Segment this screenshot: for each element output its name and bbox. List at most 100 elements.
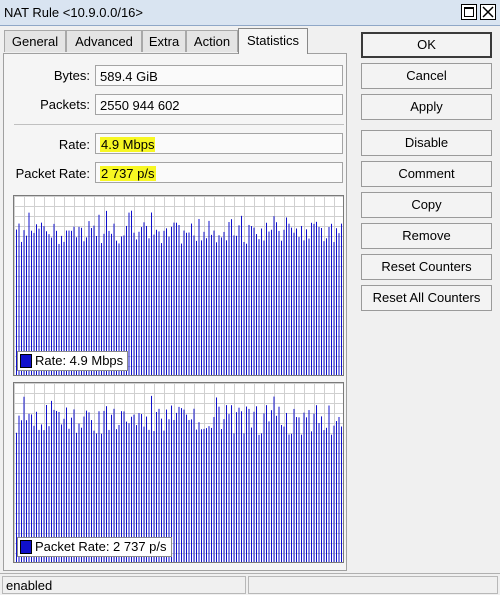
rate-graph-bar [338, 233, 340, 375]
packet-rate-graph-bar [203, 428, 205, 562]
rate-graph-bar [276, 222, 277, 375]
reset-all-counters-button[interactable]: Reset All Counters [361, 285, 492, 311]
packet-rate-graph-bar [216, 397, 217, 562]
statistics-panel: Bytes: 589.4 GiB Packets: 2550 944 602 R… [3, 53, 347, 571]
rate-graph-bar [231, 219, 232, 375]
tab-general[interactable]: General [4, 30, 66, 52]
rate-graph-bar [236, 235, 237, 375]
rate-graph-bar [268, 231, 270, 375]
packet-rate-graph-bar [298, 417, 300, 562]
rate-graph-bar [283, 229, 285, 375]
packet-rate-graph-bar [258, 434, 260, 562]
rate-graph-bar [188, 232, 190, 375]
rate-graph-bar [281, 240, 282, 375]
rate-graph-bar [203, 231, 205, 375]
rate-graph-bar [306, 229, 307, 375]
rate-graph-bar [166, 228, 167, 375]
tab-advanced[interactable]: Advanced [66, 30, 142, 52]
title-bar: NAT Rule <10.9.0.0/16> [0, 0, 500, 26]
rate-graph-bar [291, 227, 292, 375]
packet-rate-graph-bar [173, 419, 175, 562]
rate-graph-bar [293, 232, 295, 375]
packet-rate-graph-bar [236, 412, 237, 562]
rate-graph-bar [344, 239, 345, 376]
rate-legend: Rate: 4.9 Mbps [17, 351, 129, 371]
comment-button[interactable]: Comment [361, 161, 492, 187]
packet-rate-graph-bar [238, 407, 240, 562]
rate-graph-bar [238, 225, 240, 375]
packet-rate-graph-bar [246, 406, 247, 562]
rate-graph-bar [176, 222, 177, 375]
rate-value: 4.9 Mbps [100, 137, 156, 152]
rate-graph-bar [223, 231, 225, 375]
rate-graph: Rate: 4.9 Mbps [13, 195, 344, 376]
rate-graph-bar [273, 216, 275, 375]
status-cell-state: enabled [2, 576, 246, 594]
packet-rate-graph-bar [344, 413, 345, 563]
rate-graph-bar [191, 223, 192, 375]
packet-rate-graph-bar [331, 434, 332, 562]
rate-graph-plot [14, 196, 345, 376]
rate-graph-bar [151, 212, 152, 375]
packet-rate-graph-bar [223, 419, 225, 562]
packet-rate-field: 2 737 p/s [95, 162, 343, 183]
packet-rate-graph-bar [181, 408, 182, 562]
cancel-button[interactable]: Cancel [361, 63, 492, 89]
rate-graph-bar [336, 228, 337, 375]
reset-counters-button[interactable]: Reset Counters [361, 254, 492, 280]
packet-rate-graph-bar [198, 422, 200, 562]
packets-value: 2550 944 602 [100, 98, 180, 113]
bytes-label: Bytes: [53, 68, 90, 83]
packet-rate-graph-bar [266, 405, 267, 562]
bytes-field: 589.4 GiB [95, 65, 343, 86]
packet-rate-graph-bar [341, 426, 342, 562]
rate-graph-bar [278, 230, 280, 375]
remove-button[interactable]: Remove [361, 223, 492, 249]
restore-button[interactable] [461, 4, 477, 20]
packet-rate-graph-bar [251, 427, 252, 562]
rate-graph-bar [301, 225, 302, 375]
divider [14, 124, 344, 125]
rate-graph-bar [308, 238, 310, 375]
rate-graph-bar [298, 237, 300, 375]
rate-graph-bar [208, 220, 210, 375]
packet-rate-label: Packet Rate: [15, 166, 90, 181]
rate-graph-bar [211, 234, 212, 375]
packet-rate-graph-bar [218, 406, 220, 562]
disable-button[interactable]: Disable [361, 130, 492, 156]
packet-rate-value: 2 737 p/s [100, 166, 156, 181]
rate-graph-bar [206, 238, 207, 375]
packet-rate-graph-bar [333, 425, 335, 562]
packet-rate-graph-bar [273, 396, 275, 562]
rate-graph-bar [221, 237, 222, 375]
rate-graph-bar [303, 240, 305, 375]
tab-extra[interactable]: Extra [142, 30, 186, 52]
packet-rate-graph-bar [283, 426, 285, 562]
rate-graph-bar [133, 232, 135, 375]
rate-graph-bar [243, 242, 245, 375]
status-text: enabled [6, 578, 53, 593]
tab-statistics[interactable]: Statistics [238, 28, 308, 54]
rate-legend-swatch [20, 354, 32, 368]
packet-rate-graph-bar [328, 405, 330, 562]
rate-graph-bar [296, 228, 297, 375]
rate-graph-bar [173, 222, 175, 375]
rate-graph-bar [233, 235, 235, 375]
status-cell-empty [248, 576, 498, 594]
rate-graph-bar [181, 243, 182, 375]
packet-rate-graph-bar [306, 417, 307, 562]
rate-graph-bar [183, 230, 185, 375]
packet-rate-graph-bar [286, 412, 287, 562]
copy-button[interactable]: Copy [361, 192, 492, 218]
tab-action[interactable]: Action [186, 30, 238, 52]
apply-button[interactable]: Apply [361, 94, 492, 120]
packet-rate-graph-bar [313, 413, 315, 562]
packet-rate-graph-bar [303, 412, 305, 562]
ok-button[interactable]: OK [361, 32, 492, 58]
packet-rate-graph-bar [311, 431, 312, 562]
packet-rate-graph-bar [243, 433, 245, 562]
rate-graph-bar [341, 223, 342, 375]
close-button[interactable] [480, 4, 496, 20]
packet-rate-graph: Packet Rate: 2 737 p/s [13, 382, 344, 563]
packet-rate-graph-bar [281, 425, 282, 562]
